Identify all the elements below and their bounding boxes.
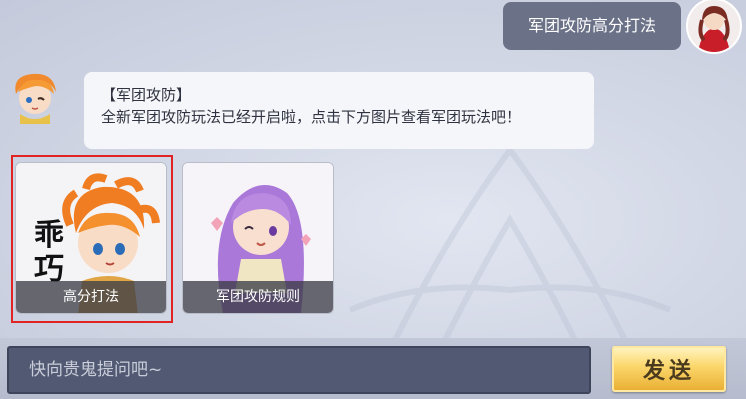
- card-label: 高分打法: [16, 281, 166, 313]
- user-avatar-icon: [688, 0, 740, 52]
- user-message-bubble: 军团攻防高分打法: [503, 2, 681, 50]
- bot-avatar[interactable]: [10, 70, 60, 124]
- user-avatar[interactable]: [686, 0, 742, 54]
- send-button[interactable]: 发送: [612, 346, 726, 392]
- user-message-text: 军团攻防高分打法: [527, 16, 656, 35]
- card-high-score-tactics[interactable]: 乖巧 高分打法: [15, 162, 167, 314]
- bot-avatar-icon: [15, 73, 56, 124]
- background-emblem: [348, 144, 672, 352]
- card-legion-rules[interactable]: 军团攻防规则: [182, 162, 334, 314]
- bot-message-body: 全新军团攻防玩法已经开启啦，点击下方图片查看军团玩法吧！: [101, 108, 522, 126]
- card-sticker-text: 乖巧: [34, 218, 64, 287]
- bot-message-title: 【军团攻防】: [101, 86, 192, 104]
- question-input[interactable]: [7, 346, 591, 394]
- bot-message-bubble: 【军团攻防】 全新军团攻防玩法已经开启啦，点击下方图片查看军团玩法吧！: [84, 72, 594, 149]
- card-label: 军团攻防规则: [183, 281, 333, 313]
